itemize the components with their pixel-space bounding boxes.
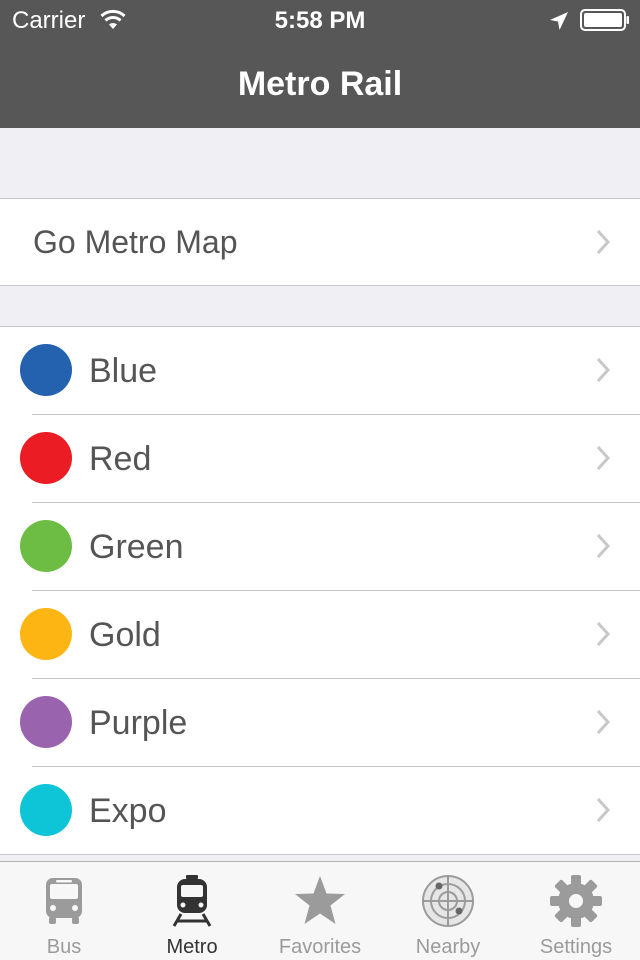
navigation-header: Carrier 5:58 PM Metro Rail — [0, 0, 640, 128]
tab-label: Settings — [539, 936, 613, 958]
line-color-dot — [20, 520, 72, 572]
tab-favorites[interactable]: Favorites — [256, 862, 384, 960]
train-icon — [165, 874, 219, 928]
tab-metro[interactable]: Metro — [128, 862, 256, 960]
tab-bus[interactable]: Bus — [0, 862, 128, 960]
chevron-right-icon — [596, 445, 610, 471]
page-title: Metro Rail — [237, 65, 403, 103]
tab-label: Nearby — [415, 936, 481, 958]
chevron-right-icon — [596, 229, 610, 255]
metro-line-row-expo[interactable]: Expo — [0, 767, 640, 854]
line-color-dot — [20, 344, 72, 396]
star-icon — [293, 874, 347, 928]
battery-icon — [580, 9, 630, 31]
chevron-right-icon — [596, 797, 610, 823]
line-name: Gold — [89, 616, 161, 654]
line-color-dot — [20, 608, 72, 660]
line-name: Expo — [89, 792, 167, 830]
section-divider — [0, 285, 640, 286]
go-metro-map-row[interactable]: Go Metro Map — [0, 199, 640, 285]
line-name: Green — [89, 528, 184, 566]
radar-icon — [421, 874, 475, 928]
status-bar: Carrier 5:58 PM — [0, 0, 640, 40]
metro-line-row-purple[interactable]: Purple — [0, 679, 640, 767]
section-divider — [0, 854, 640, 855]
chevron-right-icon — [596, 357, 610, 383]
metro-lines-list: Blue Red Green Gold Purple Expo — [0, 327, 640, 854]
screen: Carrier 5:58 PM Metro Rail Go Metro Map … — [0, 0, 640, 960]
go-metro-map-label: Go Metro Map — [33, 224, 238, 260]
tab-label: Metro — [166, 936, 218, 958]
tab-settings[interactable]: Settings — [512, 862, 640, 960]
status-time: 5:58 PM — [274, 7, 366, 34]
chevron-right-icon — [596, 709, 610, 735]
bus-icon — [37, 874, 91, 928]
chevron-right-icon — [596, 621, 610, 647]
tab-label: Bus — [46, 936, 82, 958]
chevron-right-icon — [596, 533, 610, 559]
line-color-dot — [20, 784, 72, 836]
line-color-dot — [20, 696, 72, 748]
gear-icon — [549, 874, 603, 928]
tab-label: Favorites — [278, 936, 362, 958]
metro-line-row-blue[interactable]: Blue — [0, 327, 640, 415]
metro-line-row-gold[interactable]: Gold — [0, 591, 640, 679]
line-name: Red — [89, 440, 152, 478]
metro-line-row-red[interactable]: Red — [0, 415, 640, 503]
line-name: Blue — [89, 352, 158, 390]
tab-bar: Bus Metro Favorites Nearby Settings — [0, 861, 640, 960]
line-name: Purple — [89, 704, 188, 742]
metro-line-row-green[interactable]: Green — [0, 503, 640, 591]
location-arrow-icon — [548, 10, 570, 32]
line-color-dot — [20, 432, 72, 484]
tab-nearby[interactable]: Nearby — [384, 862, 512, 960]
